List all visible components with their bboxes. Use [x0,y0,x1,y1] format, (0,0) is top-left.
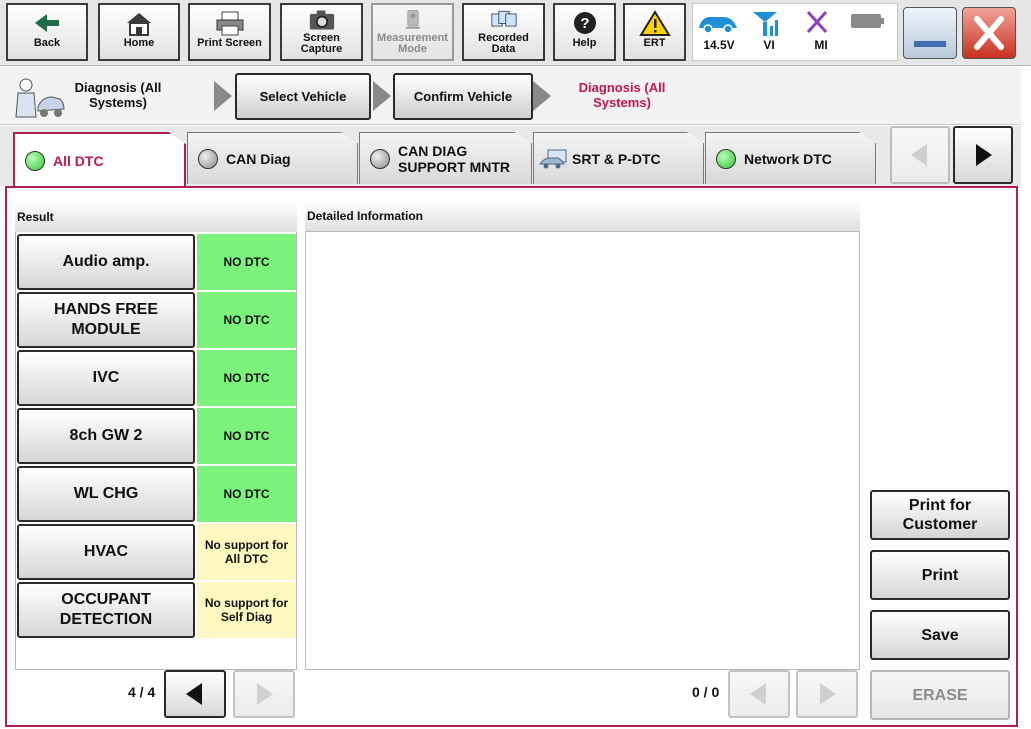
status-led-icon [716,148,736,169]
camera-icon [309,10,334,30]
result-next-page-button[interactable] [233,670,295,718]
dtc-status: No support for All DTC [197,524,296,580]
tab-can-diag-support-mntr[interactable]: CAN DIAG SUPPORT MNTR [359,132,532,184]
disconnected-x-icon [806,10,828,34]
status-led-icon [25,151,45,171]
status-panel: 14.5V VI MI [692,3,898,61]
triangle-right-icon [976,144,992,166]
dtc-status: NO DTC [197,350,296,406]
system-button[interactable]: OCCUPANT DETECTION [17,582,195,638]
print-screen-button[interactable]: Print Screen [188,3,271,61]
vi-status: VI [745,8,793,52]
measurement-mode-button[interactable]: Measurement Mode [371,3,454,61]
dtc-status: NO DTC [197,234,296,290]
recorded-data-icon [490,10,517,27]
battery-status: 14.5V [695,8,743,52]
car-icon [699,17,737,34]
detail-panel [305,200,860,670]
detail-next-page-button[interactable] [796,670,858,718]
triangle-right-icon [257,683,273,705]
toolbar: Back Home Print Screen Screen Capture Me… [0,0,1031,66]
warning-icon [638,10,671,36]
battery-indicator [843,8,891,38]
table-row: IVC NO DTC [17,350,296,408]
signal-icon [753,12,778,36]
printer-icon [216,11,243,36]
save-button[interactable]: Save [870,610,1010,660]
content-area: Result Audio amp. NO DTC HANDS FREE MODU… [5,186,1018,727]
nav-arrow-icon [533,81,551,111]
help-icon: ? [573,12,596,34]
select-vehicle-button[interactable]: Select Vehicle [235,73,371,120]
mi-status: MI [797,8,845,52]
svg-text:?: ? [580,15,589,32]
nav-arrow-icon [373,81,391,111]
back-button[interactable]: Back [6,3,88,61]
recorded-data-button[interactable]: Recorded Data [462,3,545,61]
ert-button[interactable]: ERT [623,3,686,61]
confirm-vehicle-button[interactable]: Confirm Vehicle [393,73,533,120]
tab-scroll-left-button[interactable] [890,126,950,184]
dtc-status: NO DTC [197,408,296,464]
back-arrow-icon [35,14,59,32]
close-icon [974,16,1004,50]
srt-icon [539,149,567,168]
detail-page-indicator: 0 / 0 [692,684,720,700]
triangle-left-icon [911,144,927,166]
erase-button[interactable]: ERASE [870,670,1010,720]
measurement-icon [405,10,420,29]
system-button[interactable]: Audio amp. [17,234,195,290]
print-for-customer-button[interactable]: Print for Customer [870,490,1010,540]
minimize-icon [914,41,946,47]
result-header: Result [15,200,297,232]
table-row: OCCUPANT DETECTION No support for Self D… [17,582,296,640]
help-button[interactable]: ? Help [553,3,616,61]
status-led-icon [370,148,390,169]
triangle-right-icon [820,683,836,705]
table-row: HVAC No support for All DTC [17,524,296,582]
dtc-status: NO DTC [197,292,296,348]
system-button[interactable]: 8ch GW 2 [17,408,195,464]
system-button[interactable]: IVC [17,350,195,406]
breadcrumb: Diagnosis (All Systems) Select Vehicle C… [0,67,1021,125]
tab-bar: All DTC CAN Diag CAN DIAG SUPPORT MNTR S… [0,126,1021,188]
home-button[interactable]: Home [98,3,180,61]
dtc-status: NO DTC [197,466,296,522]
dtc-status: No support for Self Diag [197,582,296,638]
triangle-left-icon [750,683,766,705]
system-button[interactable]: HVAC [17,524,195,580]
minimize-button[interactable] [903,7,957,59]
table-row: WL CHG NO DTC [17,466,296,524]
result-page-indicator: 4 / 4 [128,684,156,700]
screen-capture-button[interactable]: Screen Capture [280,3,363,61]
nav-current-section: Diagnosis (All Systems) [74,80,162,110]
home-icon [127,13,151,36]
detail-prev-page-button[interactable] [728,670,790,718]
table-row: 8ch GW 2 NO DTC [17,408,296,466]
battery-icon [851,14,884,28]
triangle-left-icon [186,683,202,705]
tab-srt-p-dtc[interactable]: SRT & P-DTC [533,132,704,184]
status-led-icon [198,148,218,169]
tab-network-dtc[interactable]: Network DTC [705,132,876,184]
detail-header: Detailed Information [305,200,860,232]
table-row: HANDS FREE MODULE NO DTC [17,292,296,350]
nav-arrow-icon [214,81,232,111]
close-button[interactable] [962,7,1016,59]
tab-can-diag[interactable]: CAN Diag [187,132,358,184]
result-prev-page-button[interactable] [164,670,226,718]
nav-active-step: Diagnosis (All Systems) [578,80,666,110]
technician-icon [15,78,65,118]
tab-all-dtc[interactable]: All DTC [13,132,186,188]
print-button[interactable]: Print [870,550,1010,600]
tab-scroll-right-button[interactable] [953,126,1013,184]
system-button[interactable]: HANDS FREE MODULE [17,292,195,348]
system-button[interactable]: WL CHG [17,466,195,522]
table-row: Audio amp. NO DTC [17,234,296,292]
